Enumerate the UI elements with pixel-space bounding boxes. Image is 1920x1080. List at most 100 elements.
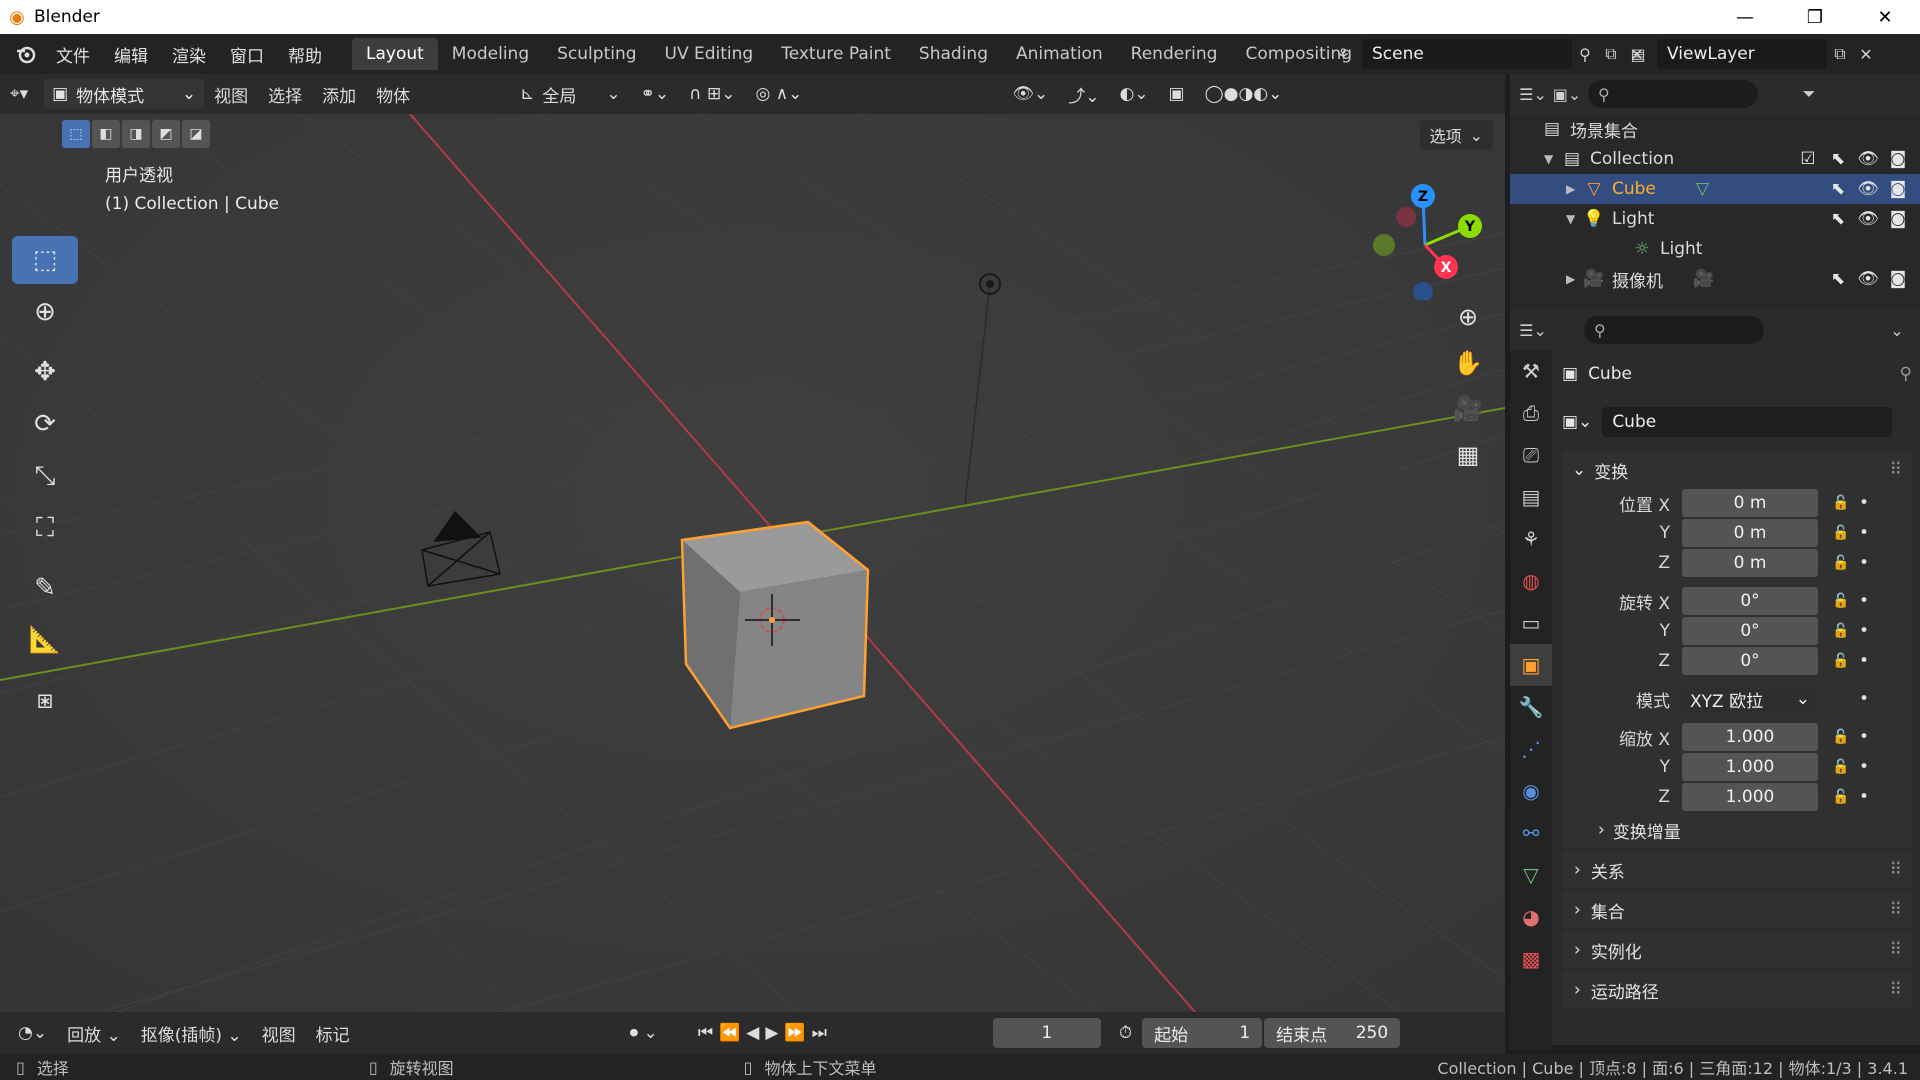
rotation-z-field[interactable]: 0° bbox=[1682, 647, 1818, 675]
tab-uv-editing[interactable]: UV Editing bbox=[651, 38, 768, 70]
select-extend-icon[interactable]: ◧ bbox=[92, 120, 120, 148]
timeline-view-menu[interactable]: 视图 bbox=[252, 1021, 306, 1046]
lock-icon[interactable]: 🔓 bbox=[1826, 525, 1856, 541]
tool-tab-icon[interactable]: ⚒ bbox=[1510, 350, 1552, 392]
eye-icon[interactable]: 👁 bbox=[1856, 179, 1880, 199]
annotate-tool-icon[interactable]: ✎ bbox=[12, 564, 78, 612]
keyframe-dot-icon[interactable]: • bbox=[1856, 787, 1872, 807]
new-scene-icon[interactable]: ⧉ bbox=[1598, 41, 1624, 67]
menu-object[interactable]: 物体 bbox=[366, 74, 420, 114]
keying-menu[interactable]: 抠像(插帧) ⌄ bbox=[131, 1021, 252, 1046]
keyframe-dot-icon[interactable]: • bbox=[1856, 757, 1872, 777]
tab-sculpting[interactable]: Sculpting bbox=[543, 38, 650, 70]
lock-icon[interactable]: 🔓 bbox=[1826, 789, 1856, 805]
drag-handle-icon[interactable]: ⠿ bbox=[1890, 940, 1902, 960]
select-new-icon[interactable]: ⬚ bbox=[62, 120, 90, 148]
tab-rendering[interactable]: Rendering bbox=[1117, 38, 1232, 70]
outliner-row-collection[interactable]: ▼ ▤ Collection ☑ ⬉ 👁 ◙ bbox=[1510, 144, 1920, 174]
keyframe-dot-icon[interactable]: • bbox=[1856, 727, 1872, 747]
lock-icon[interactable]: 🔓 bbox=[1826, 623, 1856, 639]
transform-orientation-dropdown[interactable]: ⊾ 全局 ⌄ bbox=[510, 74, 631, 114]
lock-icon[interactable]: 🔓 bbox=[1826, 555, 1856, 571]
lock-icon[interactable]: 🔓 bbox=[1826, 593, 1856, 609]
visibility-icon[interactable]: 👁⌄ bbox=[1002, 74, 1058, 114]
properties-search-input[interactable]: ⚲ bbox=[1584, 316, 1764, 344]
select-invert-icon[interactable]: ◩ bbox=[152, 120, 180, 148]
cursor-tool-icon[interactable]: ⊕ bbox=[12, 288, 78, 336]
end-frame-field[interactable]: 结束点 250 bbox=[1264, 1018, 1401, 1048]
keyframe-dot-icon[interactable]: • bbox=[1856, 651, 1872, 671]
menu-file[interactable]: 文件 bbox=[44, 34, 102, 74]
pin-icon[interactable]: ⚲ bbox=[1572, 41, 1598, 67]
tab-animation[interactable]: Animation bbox=[1002, 38, 1117, 70]
location-z-field[interactable]: 0 m bbox=[1682, 549, 1818, 577]
data-tab-icon[interactable]: ▽ bbox=[1510, 854, 1552, 896]
render-camera-icon[interactable]: ◙ bbox=[1886, 149, 1910, 169]
display-mode-icon[interactable]: ▣⌄ bbox=[1553, 81, 1582, 107]
keyframe-dot-icon[interactable]: • bbox=[1856, 553, 1872, 573]
texture-tab-icon[interactable]: ▩ bbox=[1510, 938, 1552, 980]
location-y-field[interactable]: 0 m bbox=[1682, 519, 1818, 547]
current-frame-field[interactable]: 1 bbox=[992, 1018, 1101, 1048]
eye-icon[interactable]: 👁 bbox=[1856, 269, 1880, 289]
perspective-toggle-icon[interactable]: ▦ bbox=[1448, 432, 1488, 478]
zoom-icon[interactable]: ⊕ bbox=[1448, 294, 1488, 340]
expand-right-icon[interactable]: ▶ bbox=[1566, 182, 1582, 196]
gizmo-toggle-icon[interactable]: ⤴⌄ bbox=[1058, 74, 1109, 114]
overlays-icon[interactable]: ◐⌄ bbox=[1109, 74, 1158, 114]
shading-modes-icon[interactable]: ◯●◑◐⌄ bbox=[1195, 74, 1293, 114]
transform-panel-header[interactable]: ⌄ 变换 ⠿ bbox=[1562, 452, 1912, 488]
preview-range-icon[interactable]: ⏱ bbox=[1109, 1023, 1142, 1043]
menu-select[interactable]: 选择 bbox=[258, 74, 312, 114]
start-frame-field[interactable]: 起始 1 bbox=[1142, 1018, 1263, 1048]
rotation-mode-dropdown[interactable]: XYZ 欧拉 ⌄ bbox=[1682, 685, 1818, 713]
selectable-icon[interactable]: ⬉ bbox=[1826, 269, 1850, 289]
blender-menu-icon[interactable] bbox=[8, 34, 44, 74]
camera-view-icon[interactable]: 🎥 bbox=[1448, 386, 1488, 432]
view-layer-name-field[interactable]: ViewLayer bbox=[1657, 39, 1827, 69]
tab-shading[interactable]: Shading bbox=[905, 38, 1002, 70]
menu-window[interactable]: 窗口 bbox=[218, 34, 276, 74]
motion-paths-panel[interactable]: › 运动路径 ⠿ bbox=[1562, 972, 1912, 1008]
relations-panel[interactable]: › 关系 ⠿ bbox=[1562, 852, 1912, 888]
outliner-row-light-data[interactable]: ☼ Light bbox=[1510, 234, 1920, 264]
object-tab-icon[interactable]: ▣ bbox=[1510, 644, 1552, 686]
constraints-tab-icon[interactable]: ⚯ bbox=[1510, 812, 1552, 854]
checkbox-icon[interactable]: ☑ bbox=[1796, 149, 1820, 169]
tab-layout[interactable]: Layout bbox=[352, 38, 438, 70]
drag-handle-icon[interactable]: ⠿ bbox=[1890, 860, 1902, 880]
drag-handle-icon[interactable]: ⠿ bbox=[1890, 460, 1902, 480]
maximize-button[interactable]: ❐ bbox=[1780, 0, 1850, 34]
scale-x-field[interactable]: 1.000 bbox=[1682, 723, 1818, 751]
outliner-row-cube[interactable]: ▶ ▽ Cube ▽ ⬉ 👁 ◙ bbox=[1510, 174, 1920, 204]
move-tool-icon[interactable]: ✥ bbox=[12, 348, 78, 396]
record-icon[interactable]: ⏺ ⌄ bbox=[620, 1023, 668, 1043]
xray-icon[interactable]: ▣ bbox=[1159, 74, 1195, 114]
outliner-scene-collection[interactable]: ▤ 场景集合 bbox=[1510, 114, 1920, 144]
render-camera-icon[interactable]: ◙ bbox=[1886, 179, 1910, 199]
properties-editor-icon[interactable]: ☰⌄ bbox=[1519, 317, 1547, 343]
keyframe-dot-icon[interactable]: • bbox=[1856, 689, 1872, 709]
output-tab-icon[interactable]: ⎚ bbox=[1510, 434, 1552, 476]
view-layer-icon[interactable]: ▤ bbox=[1625, 41, 1651, 67]
selectable-icon[interactable]: ⬉ bbox=[1826, 209, 1850, 229]
menu-render[interactable]: 渲染 bbox=[160, 34, 218, 74]
add-cube-tool-icon[interactable]: ⧆ bbox=[12, 676, 78, 724]
timeline-marker-menu[interactable]: 标记 bbox=[306, 1021, 360, 1046]
expand-down-icon[interactable]: ▼ bbox=[1566, 212, 1582, 226]
particles-tab-icon[interactable]: ⋰ bbox=[1510, 728, 1552, 770]
chevron-down-icon[interactable]: ⌄ bbox=[1884, 317, 1910, 343]
pivot-point-icon[interactable]: ⚭⌄ bbox=[631, 74, 680, 114]
minimize-button[interactable]: — bbox=[1710, 0, 1780, 34]
playback-menu[interactable]: 回放 ⌄ bbox=[57, 1021, 131, 1046]
select-intersect-icon[interactable]: ◪ bbox=[182, 120, 210, 148]
playback-controls-icon[interactable]: ⏮⏪◀▶⏩⏭ bbox=[688, 1023, 843, 1043]
expand-right-icon[interactable]: ▶ bbox=[1566, 272, 1582, 286]
menu-view[interactable]: 视图 bbox=[204, 74, 258, 114]
outliner-row-light[interactable]: ▼ 💡 Light ⬉ 👁 ◙ bbox=[1510, 204, 1920, 234]
scale-tool-icon[interactable]: ⤡ bbox=[12, 452, 78, 500]
snap-icon[interactable]: ∩ ⊞⌄ bbox=[679, 74, 745, 114]
outliner-search-input[interactable]: ⚲ bbox=[1588, 80, 1758, 108]
outliner-editor-icon[interactable]: ☰⌄ bbox=[1519, 81, 1547, 107]
render-camera-icon[interactable]: ◙ bbox=[1886, 209, 1910, 229]
